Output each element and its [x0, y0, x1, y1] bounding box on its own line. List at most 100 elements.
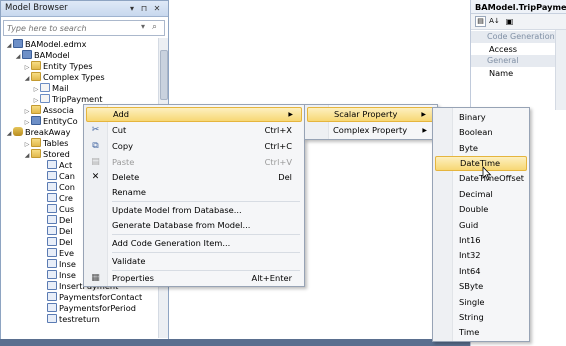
search-icon[interactable]: ⌕	[152, 22, 157, 32]
tree-node-entity-types[interactable]: ▷ Entity Types	[5, 61, 157, 72]
type-guid[interactable]: Guid	[435, 218, 527, 233]
model-browser-search[interactable]: ▾ ⌕	[3, 20, 165, 36]
menu-separator	[112, 252, 300, 253]
tree-node-proc[interactable]: PaymentsforPeriod	[5, 303, 157, 314]
property-name[interactable]: Name	[471, 67, 555, 79]
menu-separator	[112, 234, 300, 235]
properties-toolbar: ▤ A↓ ▣	[471, 14, 566, 30]
categorized-icon[interactable]: ▤	[475, 16, 486, 27]
tree-node-model[interactable]: ◢ BAModel	[5, 50, 157, 61]
stored-procedure-icon	[47, 248, 57, 257]
type-time[interactable]: Time	[435, 325, 527, 340]
property-pages-icon[interactable]: ▣	[504, 16, 515, 27]
dropdown-icon[interactable]: ▾	[127, 3, 137, 14]
type-decimal[interactable]: Decimal	[435, 187, 527, 202]
tree-node-edmx[interactable]: ◢ BAModel.edmx	[5, 39, 157, 50]
tree-node-complex-types[interactable]: ◢ Complex Types	[5, 72, 157, 83]
model-browser-titlebar: Model Browser ▾ ⊓ ✕	[1, 1, 168, 17]
category-general[interactable]: General	[471, 55, 555, 67]
scrollbar-thumb[interactable]	[160, 50, 168, 100]
stored-procedure-icon	[47, 270, 57, 279]
model-browser-title: Model Browser	[5, 3, 68, 13]
submenu-arrow-icon: ▶	[288, 111, 293, 118]
menu-item-properties[interactable]: ▦ Properties Alt+Enter	[86, 271, 302, 286]
edmx-icon	[13, 39, 23, 48]
tree-node-proc[interactable]: PaymentsforContact	[5, 292, 157, 303]
type-sbyte[interactable]: SByte	[435, 279, 527, 294]
stored-procedure-icon	[47, 160, 57, 169]
type-datetime[interactable]: DateTime	[435, 156, 527, 171]
properties-icon: ▦	[91, 273, 100, 283]
properties-scrollbar[interactable]	[555, 30, 566, 110]
collapse-icon[interactable]: ◢	[14, 51, 22, 62]
type-int16[interactable]: Int16	[435, 233, 527, 248]
complex-type-icon	[40, 94, 50, 103]
stored-procedure-icon	[47, 237, 57, 246]
mouse-cursor-icon	[482, 166, 492, 181]
menu-item-paste[interactable]: ▤ Paste Ctrl+V	[86, 155, 302, 170]
stored-procedure-icon	[47, 215, 57, 224]
stored-procedure-icon	[47, 303, 57, 312]
cut-icon: ✂	[91, 125, 100, 135]
paste-icon: ▤	[91, 157, 100, 167]
type-datetimeoffset[interactable]: DateTimeOffset	[435, 171, 527, 186]
add-submenu: Scalar Property ▶ Complex Property ▶	[304, 104, 438, 140]
stored-procedure-icon	[47, 182, 57, 191]
context-menu: Add ▶ ✂ Cut Ctrl+X ⧉ Copy Ctrl+C ▤ Paste Ctrl+V…	[83, 104, 305, 287]
search-input[interactable]	[7, 23, 137, 34]
close-icon[interactable]: ✕	[152, 3, 162, 14]
menu-item-add[interactable]: Add ▶	[86, 107, 302, 122]
type-int32[interactable]: Int32	[435, 248, 527, 263]
tree-node-mail[interactable]: ▷ Mail	[5, 83, 157, 94]
menu-item-validate[interactable]: Validate	[86, 254, 302, 269]
model-icon	[22, 50, 32, 59]
collapse-icon[interactable]: ◢	[5, 128, 13, 139]
submenu-arrow-icon: ▶	[422, 127, 427, 134]
folder-icon	[31, 138, 41, 147]
menu-item-generate-database[interactable]: Generate Database from Model...	[86, 218, 302, 233]
stored-procedure-icon	[47, 259, 57, 268]
menu-item-cut[interactable]: ✂ Cut Ctrl+X	[86, 123, 302, 138]
tree-node-proc[interactable]: testreturn	[5, 314, 157, 325]
type-binary[interactable]: Binary	[435, 110, 527, 125]
menu-item-scalar-property[interactable]: Scalar Property ▶	[307, 107, 435, 122]
type-byte[interactable]: Byte	[435, 141, 527, 156]
category-code-generation[interactable]: Code Generation	[471, 31, 555, 43]
collapse-icon[interactable]: ◢	[23, 73, 31, 84]
alphabetical-icon[interactable]: A↓	[489, 16, 500, 27]
folder-icon	[31, 61, 41, 70]
collapse-icon[interactable]: ◢	[23, 150, 31, 161]
scalar-type-submenu: Binary Boolean Byte DateTime DateTimeOff…	[432, 107, 530, 342]
menu-item-complex-property[interactable]: Complex Property ▶	[307, 123, 435, 138]
menu-separator	[112, 201, 300, 202]
search-dropdown-icon[interactable]: ▾	[141, 22, 145, 31]
container-icon	[31, 116, 41, 125]
menu-item-update-model[interactable]: Update Model from Database...	[86, 203, 302, 218]
properties-title: BAModel.TripPayment	[471, 0, 566, 14]
type-string[interactable]: String	[435, 310, 527, 325]
stored-procedure-icon	[47, 204, 57, 213]
type-int64[interactable]: Int64	[435, 264, 527, 279]
stored-procedure-icon	[47, 314, 57, 323]
delete-icon: ✕	[91, 172, 100, 182]
menu-item-rename[interactable]: Rename	[86, 185, 302, 200]
complex-type-icon	[40, 83, 50, 92]
type-single[interactable]: Single	[435, 295, 527, 310]
stored-procedure-icon	[47, 226, 57, 235]
stored-procedure-icon	[47, 292, 57, 301]
type-boolean[interactable]: Boolean	[435, 125, 527, 140]
stored-procedure-icon	[47, 193, 57, 202]
property-grid: Code Generation Access General Name	[471, 31, 555, 79]
menu-item-add-code-generation[interactable]: Add Code Generation Item...	[86, 236, 302, 251]
folder-icon	[31, 72, 41, 81]
pin-icon[interactable]: ⊓	[139, 3, 149, 14]
property-access[interactable]: Access	[471, 43, 555, 55]
copy-icon: ⧉	[92, 141, 99, 151]
stored-procedure-icon	[47, 281, 57, 290]
folder-icon	[31, 105, 41, 114]
menu-item-copy[interactable]: ⧉ Copy Ctrl+C	[86, 139, 302, 154]
folder-icon	[31, 149, 41, 158]
menu-item-delete[interactable]: ✕ Delete Del	[86, 170, 302, 185]
collapse-icon[interactable]: ◢	[5, 40, 13, 51]
type-double[interactable]: Double	[435, 202, 527, 217]
